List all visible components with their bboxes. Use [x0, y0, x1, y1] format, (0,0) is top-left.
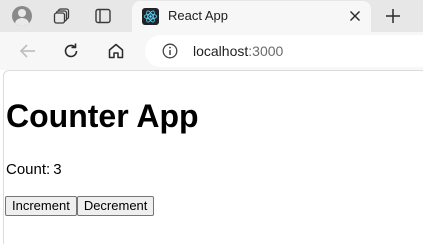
browser-toolbar: localhost:3000	[0, 32, 423, 70]
url-port: :3000	[248, 43, 284, 59]
info-icon[interactable]	[162, 43, 178, 59]
profile-avatar-icon	[12, 6, 32, 26]
page-viewport: Counter App Count: 3 Increment Decrement	[3, 70, 423, 244]
workspaces-button[interactable]	[48, 4, 76, 28]
reload-button[interactable]	[57, 38, 85, 64]
home-button[interactable]	[102, 38, 130, 64]
reload-icon	[64, 43, 78, 58]
address-bar[interactable]: localhost:3000	[145, 35, 423, 67]
back-button[interactable]	[14, 38, 42, 64]
tab-strip: React App	[0, 0, 423, 32]
url-host: localhost	[193, 43, 249, 59]
url-text[interactable]: localhost:3000	[193, 43, 283, 59]
count-value: 3	[53, 161, 62, 178]
tab-actions-button[interactable]	[89, 4, 117, 28]
plus-icon	[386, 9, 400, 23]
tab-title: React App	[168, 8, 228, 23]
new-tab-button[interactable]	[380, 4, 406, 28]
close-icon	[350, 11, 360, 21]
counter-controls: Increment Decrement	[5, 196, 155, 216]
count-display: Count: 3	[6, 161, 62, 178]
back-arrow-icon	[19, 44, 35, 58]
tab-react-app[interactable]: React App	[132, 1, 371, 32]
react-logo-icon	[142, 8, 159, 25]
page-title: Counter App	[6, 98, 199, 134]
count-label: Count:	[6, 161, 51, 178]
decrement-button[interactable]: Decrement	[76, 196, 155, 216]
increment-button[interactable]: Increment	[5, 196, 77, 216]
profile-button[interactable]	[8, 4, 36, 28]
home-icon	[108, 43, 124, 59]
workspaces-icon	[53, 8, 70, 24]
tab-actions-icon	[95, 8, 111, 24]
tab-close-button[interactable]	[345, 6, 365, 26]
